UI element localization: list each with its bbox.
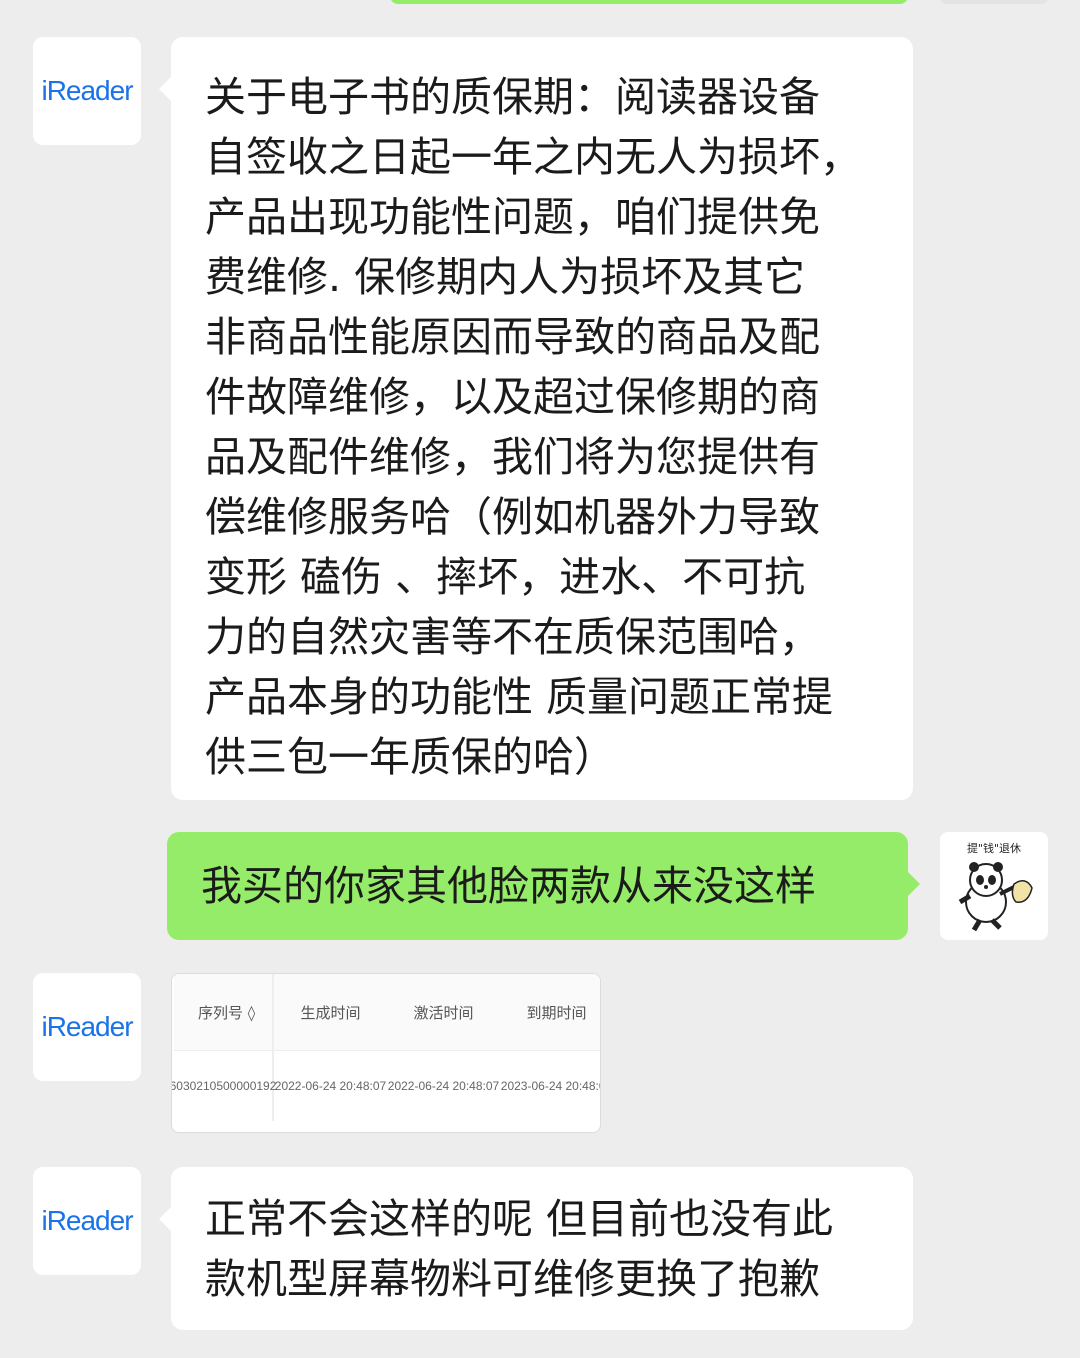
message-line: 偿维修服务哈（例如机器外力导致: [205, 493, 820, 541]
message-bubble-warranty[interactable]: 关于电子书的质保期：阅读器设备 自签收之日起一年之内无人为损坏， 产品出现功能性…: [159, 37, 913, 800]
table-header: 生成时间: [274, 974, 387, 1051]
message-bubble-reply[interactable]: 正常不会这样的呢 但目前也没有此 款机型屏幕物料可维修更换了抱歉: [159, 1167, 913, 1330]
message-line: 正常不会这样的呢 但目前也没有此: [205, 1195, 834, 1243]
message-line: 件故障维修，以及超过保修期的商: [205, 373, 820, 421]
ireader-logo: iReader: [41, 75, 133, 106]
message-line: 费维修. 保修期内人为损坏及其它: [205, 253, 806, 301]
message-line: 产品出现功能性问题，咱们提供免: [205, 193, 820, 241]
sticker-caption: 提"钱"退休: [966, 842, 1022, 855]
message-line: 关于电子书的质保期：阅读器设备: [205, 73, 820, 121]
message-line: 品及配件维修，我们将为您提供有: [205, 433, 820, 481]
ireader-avatar[interactable]: iReader: [33, 37, 141, 145]
message-bubble-outgoing[interactable]: 我买的你家其他脸两款从来没这样: [167, 832, 920, 940]
message-line: 产品本身的功能性 质量问题正常提: [205, 673, 834, 721]
message-line: 非商品性能原因而导致的商品及配: [205, 313, 820, 361]
table-cell: 2023-06-24 20:48:07: [500, 1079, 600, 1093]
message-line: 款机型屏幕物料可维修更换了抱歉: [205, 1255, 820, 1303]
message-text: 我买的你家其他脸两款从来没这样: [201, 862, 816, 910]
table-cell: 6030210500000192: [172, 1051, 276, 1121]
message-line: 自签收之日起一年之内无人为损坏，: [205, 133, 861, 181]
table-header: 到期时间: [500, 974, 600, 1051]
ireader-avatar[interactable]: iReader: [33, 1167, 141, 1275]
screenshot-image-message[interactable]: 序列号 ◊ 生成时间 激活时间 到期时间 6030210500000192 20…: [171, 973, 601, 1133]
message-line: 变形 磕伤 、摔坏，进水、不可抗: [205, 553, 806, 601]
previous-avatar[interactable]: [940, 0, 1048, 4]
ireader-logo: iReader: [41, 1011, 133, 1042]
ireader-logo: iReader: [41, 1205, 133, 1236]
table-header: 序列号 ◊: [174, 974, 274, 1051]
user-avatar-sticker[interactable]: 提"钱"退休: [940, 832, 1048, 940]
table-cell: 2022-06-24 20:48:07: [274, 1079, 387, 1093]
message-line: 供三包一年质保的哈）: [205, 733, 615, 781]
message-line: 力的自然灾害等不在质保范围哈，: [205, 613, 820, 661]
previous-message-bubble[interactable]: [390, 0, 908, 4]
table-cell: 2022-06-24 20:48:07: [387, 1079, 500, 1093]
device-info-table: 序列号 ◊ 生成时间 激活时间 到期时间 6030210500000192 20…: [172, 974, 600, 1121]
ireader-avatar[interactable]: iReader: [33, 973, 141, 1081]
table-header: 激活时间: [387, 974, 500, 1051]
